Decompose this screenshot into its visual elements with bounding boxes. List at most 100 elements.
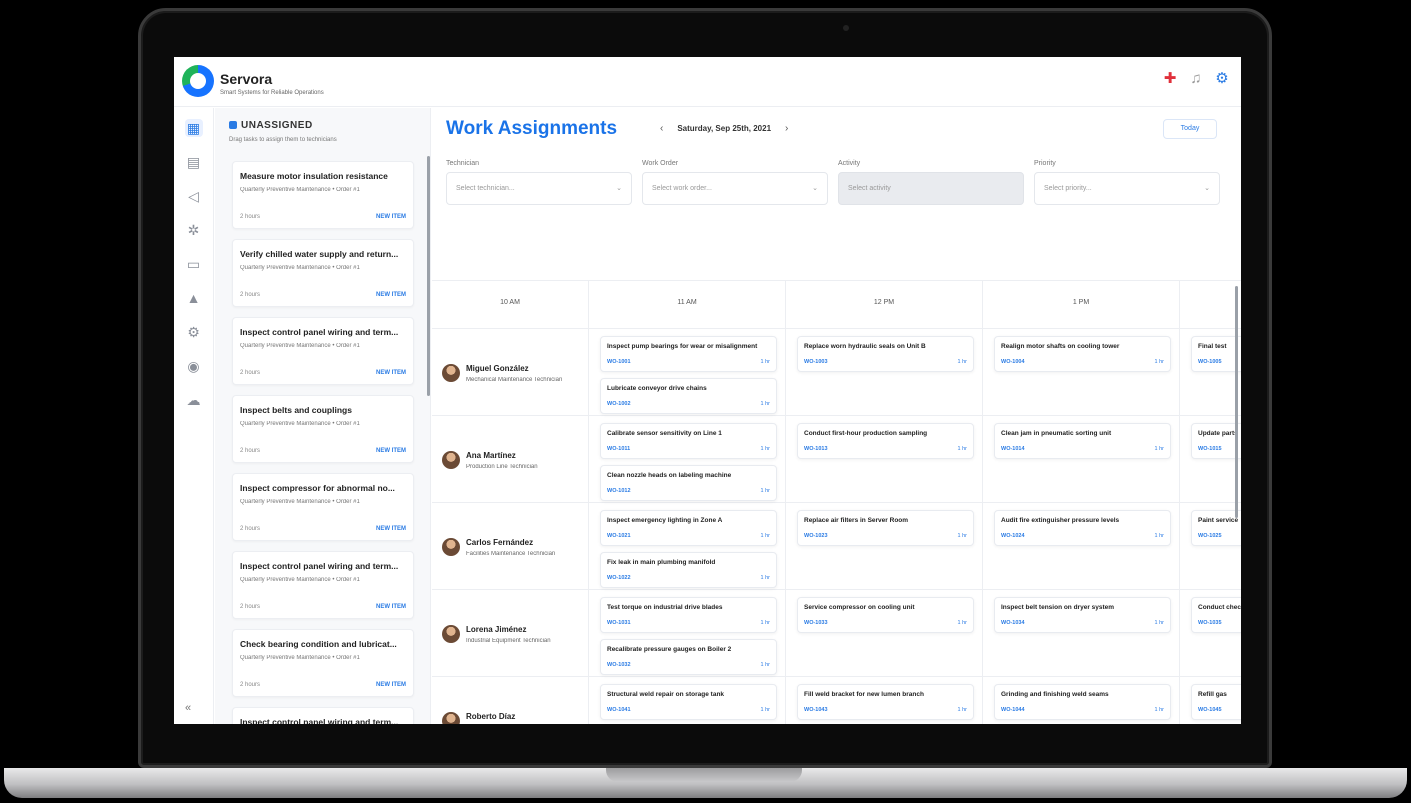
task-card[interactable]: Inspect pump bearings for wear or misali… [600,336,777,372]
app-header: Servora Smart Systems for Reliable Opera… [174,57,1241,107]
unassigned-card-meta: Quarterly Preventive Maintenance • Order… [240,577,360,583]
task-title: Clean jam in pneumatic sorting unit [1001,430,1112,437]
device-mockup: Servora Smart Systems for Reliable Opera… [0,0,1411,803]
schedule-cell: Paint service WO-10251 hr [1180,503,1241,590]
schedule-cell: Clean jam in pneumatic sorting unit WO-10… [983,416,1180,503]
task-title: Inspect belt tension on dryer system [1001,604,1115,611]
task-footer: WO-1034 1 hr [1001,620,1164,626]
unassigned-title-text: UNASSIGNED [241,120,313,131]
task-code: WO-1043 [804,707,828,713]
task-card[interactable]: Paint service WO-10251 hr [1191,510,1241,546]
task-footer: WO-10251 hr [1198,533,1241,539]
task-card[interactable]: Inspect emergency lighting in Zone A WO-1… [600,510,777,546]
task-card[interactable]: Structural weld repair on storage tank WO… [600,684,777,720]
unassigned-card-footer: 2 hours NEW ITEM [240,526,406,532]
unassigned-card-hours: 2 hours [240,214,261,220]
grid-icon[interactable]: ▦ [184,119,203,137]
task-title: Calibrate sensor sensitivity on Line 1 [607,430,722,437]
task-card[interactable]: Clean jam in pneumatic sorting unit WO-10… [994,423,1171,459]
unassigned-card-meta: Quarterly Preventive Maintenance • Order… [240,265,360,271]
task-card[interactable]: Calibrate sensor sensitivity on Line 1 WO… [600,423,777,459]
task-card[interactable]: Inspect belt tension on dryer system WO-1… [994,597,1171,633]
megaphone-icon[interactable]: ◁ [185,187,203,205]
task-card[interactable]: Lubricate conveyor drive chains WO-1002 1 … [600,378,777,414]
user-circle-icon[interactable]: ◉ [185,357,203,375]
unassigned-card[interactable]: Inspect control panel wiring and term...… [232,551,414,619]
schedule-cell: Update partsWO-10151 hr [1180,416,1241,503]
task-card[interactable]: Refill gas WO-10451 hr [1191,684,1241,720]
today-button[interactable]: Today [1163,119,1217,139]
collapse-sidebar-button[interactable]: « [185,702,191,714]
unassigned-card[interactable]: Inspect belts and couplings Quarterly Pre… [232,395,414,463]
task-title: Refill gas [1198,691,1227,698]
task-card[interactable]: Test torque on industrial drive blades WO… [600,597,777,633]
filter-select[interactable]: Select work order... ⌄ [642,172,828,205]
unassigned-subtitle: Drag tasks to assign them to technicians [229,137,337,143]
task-hours: 1 hr [760,401,770,407]
unassigned-card[interactable]: Inspect control panel wiring and term...… [232,707,414,724]
task-card[interactable]: Audit fire extinguisher pressure levels W… [994,510,1171,546]
unassigned-card[interactable]: Inspect control panel wiring and term...… [232,317,414,385]
task-hours: 1 hr [760,446,770,452]
technician-role: Industrial Equipment Technician [466,637,551,644]
unassigned-card-hours: 2 hours [240,370,261,376]
unassigned-card-title: Inspect control panel wiring and term... [240,561,399,571]
task-card[interactable]: Replace worn hydraulic seals on Unit B WO… [797,336,974,372]
filter-placeholder: Select technician... [456,185,515,192]
unassigned-card[interactable]: Inspect compressor for abnormal no... Qua… [232,473,414,541]
unassigned-scrollbar[interactable] [427,156,430,396]
task-card[interactable]: Realign motor shafts on cooling tower WO-… [994,336,1171,372]
task-footer: WO-10351 hr [1198,620,1241,626]
unassigned-card-meta: Quarterly Preventive Maintenance • Order… [240,655,360,661]
task-card[interactable]: Conduct check WO-10351 hr [1191,597,1241,633]
cloud-icon[interactable]: ☁ [185,391,203,409]
task-card[interactable]: Service compressor on cooling unit WO-103… [797,597,974,633]
task-title: Inspect pump bearings for wear or misali… [607,343,758,350]
laptop-notch [606,768,802,782]
task-card[interactable]: Fix leak in main plumbing manifold WO-102… [600,552,777,588]
task-card[interactable]: Update partsWO-10151 hr [1191,423,1241,459]
task-code: WO-1024 [1001,533,1025,539]
medical-cross-icon[interactable]: ✚ [1161,70,1179,88]
folder-icon[interactable]: ▭ [185,255,203,273]
filter-label: Work Order [642,160,679,167]
bell-icon[interactable]: ♫ [1187,70,1205,88]
next-day-button[interactable]: › [785,123,788,134]
unassigned-card[interactable]: Verify chilled water supply and return..… [232,239,414,307]
building-icon[interactable]: ▲ [185,289,203,307]
task-hours: 1 hr [1154,707,1164,713]
filter-select[interactable]: Select priority... ⌄ [1034,172,1220,205]
unassigned-card[interactable]: Check bearing condition and lubricat... Q… [232,629,414,697]
unassigned-card-hours: 2 hours [240,526,261,532]
unassigned-card[interactable]: Measure motor insulation resistance Quart… [232,161,414,229]
schedule-cell: Structural weld repair on storage tank WO… [589,677,786,724]
task-footer: WO-1022 1 hr [607,575,770,581]
gear-icon[interactable]: ⚙ [1213,70,1231,88]
task-card[interactable]: Replace air filters in Server Room WO-102… [797,510,974,546]
task-hours: 1 hr [1154,446,1164,452]
settings-icon[interactable]: ✲ [185,221,203,239]
task-card[interactable]: Grinding and finishing weld seams WO-1044… [994,684,1171,720]
task-card[interactable]: Final testWO-10051 hr [1191,336,1241,372]
technician-row-label: Miguel González Mechanical Maintenance Te… [432,329,589,416]
task-code: WO-1021 [607,533,631,539]
task-card[interactable]: Conduct first-hour production sampling WO… [797,423,974,459]
task-title: Audit fire extinguisher pressure levels [1001,517,1120,524]
task-footer: WO-1012 1 hr [607,488,770,494]
task-card[interactable]: Fill weld bracket for new lumen branch WO… [797,684,974,720]
filter-select[interactable]: Select technician... ⌄ [446,172,632,205]
task-card[interactable]: Clean nozzle heads on labeling machine WO… [600,465,777,501]
schedule-cell: Grinding and finishing weld seams WO-1044… [983,677,1180,724]
task-card[interactable]: Recalibrate pressure gauges on Boiler 2 W… [600,639,777,675]
schedule-scrollbar[interactable] [1235,286,1238,518]
current-date: Saturday, Sep 25th, 2021 [677,124,772,133]
task-code: WO-1035 [1198,620,1222,626]
task-title: Test torque on industrial drive blades [607,604,723,611]
task-hours: 1 hr [957,533,967,539]
schedule-cell: Refill gas WO-10451 hr [1180,677,1241,724]
clipboard-icon[interactable]: ▤ [185,153,203,171]
cog-icon[interactable]: ⚙ [185,323,203,341]
unassigned-card-title: Inspect control panel wiring and term... [240,327,399,337]
task-hours: 1 hr [760,359,770,365]
prev-day-button[interactable]: ‹ [660,123,663,134]
